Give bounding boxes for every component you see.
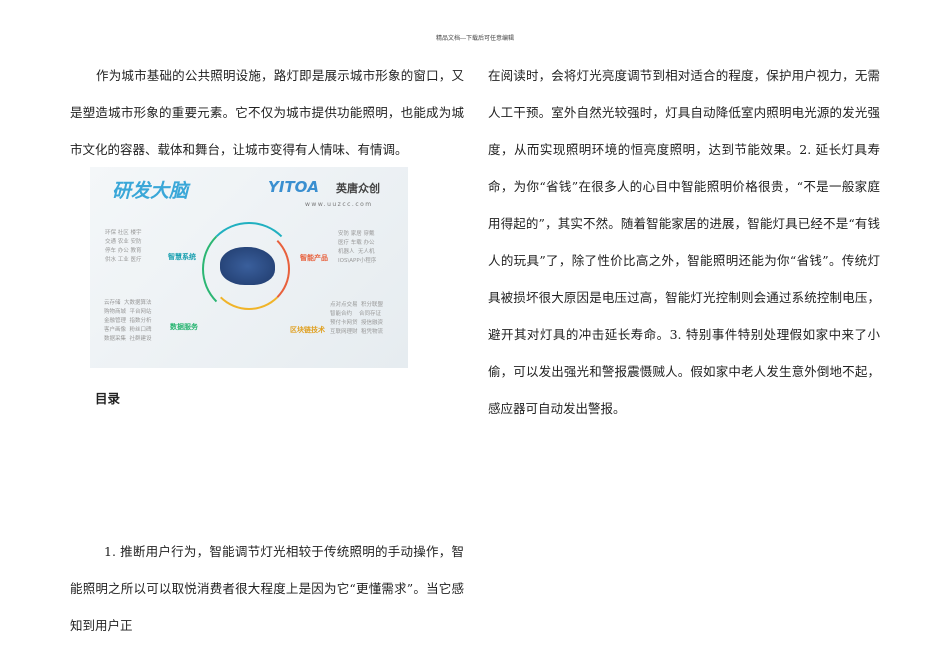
rd-brain-infographic: 研发大脑 YITOA 英唐众创 www.uuzcc.com 环保 社区 楼宇 交… [90,167,408,368]
intro-paragraph: 作为城市基础的公共照明设施，路灯即是展示城市形象的窗口，又是塑造城市形象的重要元… [70,68,464,157]
q2-items: 安防 家居 穿戴 医疗 车载 办公 机器人 无人机 IOS\APP小程序 [338,231,377,264]
point-1-paragraph: 1. 推断用户行为，智能调节灯光相较于传统照明的手动操作，智能照明之所以可以取悦… [70,544,464,633]
q1-items: 环保 社区 楼宇 交通 农业 安防 停车 办公 教育 供水 工业 医疗 [105,230,142,263]
brain-icon [220,247,275,285]
continued-paragraph: 在阅读时，会将灯光亮度调节到相对适合的程度，保护用户视力，无需人工干预。室外自然… [488,68,880,416]
q1-label: 智慧系统 [168,253,196,261]
logo-url: www.uuzcc.com [305,201,373,208]
page-header: 精品文档---下载后可任意编辑 [435,35,515,42]
logo-cn: 英唐众创 [336,182,380,195]
q4-items: 点对点交易 积分联盟 智能合约 合同存证 预付卡网贷 授信融资 互联网理财 租凭… [330,302,383,335]
q4-label: 区块链技术 [290,326,325,334]
q3-label: 数据服务 [170,323,198,331]
image-title: 研发大脑 [112,180,189,202]
logo: YITOA [268,178,320,196]
toc-heading: 目录 [95,391,121,406]
document-page: 精品文档---下载后可任意编辑 作为城市基础的公共照明设施，路灯即是展示城市形象… [0,0,950,672]
q2-label: 智能产品 [300,254,328,262]
q3-items: 云存储 大数据算法 购物商城 平台网站 金融管理 指数分析 客户画像 粉丝口碑 … [104,300,152,342]
